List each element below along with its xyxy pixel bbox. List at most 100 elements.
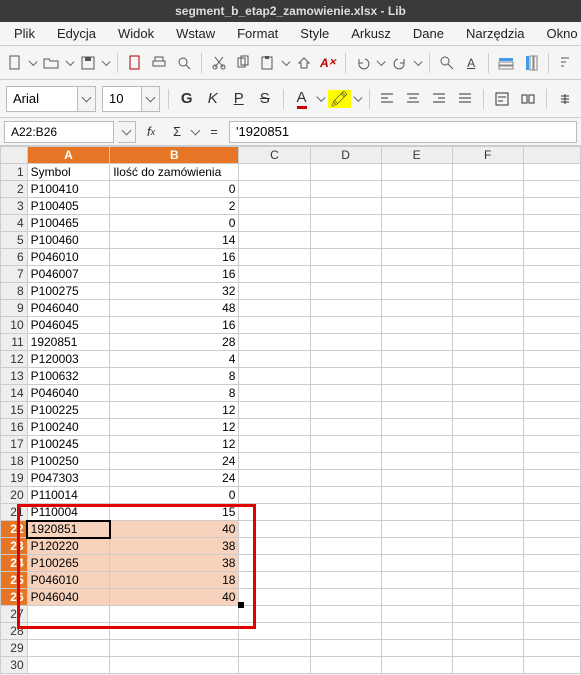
cell[interactable] (239, 334, 310, 351)
cell[interactable]: P046040 (27, 300, 110, 317)
new-dropdown-icon[interactable] (29, 56, 38, 65)
cell[interactable] (523, 283, 580, 300)
col-header-D[interactable]: D (310, 147, 381, 164)
cell[interactable] (239, 419, 310, 436)
cell[interactable] (523, 657, 580, 674)
cell[interactable]: Ilość do zamówienia (110, 164, 239, 181)
cell[interactable] (381, 555, 452, 572)
highlight-dropdown-icon[interactable] (353, 93, 362, 102)
cell[interactable] (381, 300, 452, 317)
align-right-icon[interactable] (429, 88, 449, 110)
cell[interactable] (523, 453, 580, 470)
cell[interactable] (239, 198, 310, 215)
sort-icon[interactable] (557, 52, 575, 74)
row-header[interactable]: 3 (1, 198, 28, 215)
cell[interactable] (523, 351, 580, 368)
cell[interactable]: P120220 (27, 538, 110, 555)
corner-cell[interactable] (1, 147, 28, 164)
cell[interactable]: 28 (110, 334, 239, 351)
cell[interactable] (523, 215, 580, 232)
cell[interactable]: 2 (110, 198, 239, 215)
cell[interactable]: P100465 (27, 215, 110, 232)
cell[interactable] (381, 215, 452, 232)
cell[interactable] (452, 589, 523, 606)
cell[interactable] (523, 436, 580, 453)
cell[interactable] (523, 266, 580, 283)
cell[interactable] (310, 334, 381, 351)
col-header-A[interactable]: A (27, 147, 110, 164)
redo-icon[interactable] (390, 52, 408, 74)
row-header[interactable]: 21 (1, 504, 28, 521)
cell[interactable] (523, 538, 580, 555)
cell[interactable] (523, 572, 580, 589)
find-icon[interactable] (438, 52, 456, 74)
row-header[interactable]: 19 (1, 470, 28, 487)
menu-insert[interactable]: Wstaw (166, 23, 225, 44)
cell[interactable] (381, 538, 452, 555)
sum-dropdown-icon[interactable] (191, 125, 201, 135)
cell[interactable] (310, 266, 381, 283)
cell[interactable] (523, 606, 580, 623)
cell[interactable] (523, 368, 580, 385)
cell[interactable] (310, 487, 381, 504)
cell[interactable] (239, 555, 310, 572)
cell[interactable] (310, 419, 381, 436)
cell[interactable] (239, 572, 310, 589)
cell[interactable] (381, 266, 452, 283)
cell[interactable] (310, 402, 381, 419)
cell[interactable] (381, 164, 452, 181)
cell[interactable] (381, 606, 452, 623)
cell[interactable] (239, 232, 310, 249)
cell[interactable] (310, 368, 381, 385)
menu-sheet[interactable]: Arkusz (341, 23, 401, 44)
cell[interactable] (452, 572, 523, 589)
cell[interactable] (452, 385, 523, 402)
cell[interactable] (310, 198, 381, 215)
cell[interactable] (310, 555, 381, 572)
cell[interactable] (523, 504, 580, 521)
cell[interactable]: 48 (110, 300, 239, 317)
cell[interactable] (310, 521, 381, 538)
cell[interactable] (110, 606, 239, 623)
cell[interactable] (523, 419, 580, 436)
cell[interactable]: 38 (110, 538, 239, 555)
cell[interactable] (239, 657, 310, 674)
cell[interactable]: 16 (110, 266, 239, 283)
cell[interactable] (452, 266, 523, 283)
cell[interactable] (239, 436, 310, 453)
cell[interactable]: 16 (110, 249, 239, 266)
cell[interactable] (381, 317, 452, 334)
row-header[interactable]: 4 (1, 215, 28, 232)
pdf-icon[interactable] (126, 52, 144, 74)
print-icon[interactable] (150, 52, 168, 74)
cell[interactable] (381, 351, 452, 368)
cell[interactable] (239, 317, 310, 334)
save-icon[interactable] (79, 52, 97, 74)
cell[interactable] (27, 623, 110, 640)
cell[interactable] (239, 487, 310, 504)
cell[interactable] (452, 504, 523, 521)
menu-format[interactable]: Format (227, 23, 288, 44)
row-header[interactable]: 12 (1, 351, 28, 368)
row-header[interactable]: 26 (1, 589, 28, 606)
cell[interactable] (310, 249, 381, 266)
row-header[interactable]: 7 (1, 266, 28, 283)
cell[interactable] (381, 470, 452, 487)
cell[interactable] (239, 504, 310, 521)
menu-view[interactable]: Widok (108, 23, 164, 44)
menu-edit[interactable]: Edycja (47, 23, 106, 44)
cell[interactable]: Symbol (27, 164, 110, 181)
open-dropdown-icon[interactable] (65, 56, 74, 65)
menu-file[interactable]: Plik (4, 23, 45, 44)
cell[interactable] (310, 317, 381, 334)
cell[interactable]: 0 (110, 487, 239, 504)
row-header[interactable]: 17 (1, 436, 28, 453)
cell[interactable] (381, 436, 452, 453)
row-header[interactable]: 25 (1, 572, 28, 589)
cell[interactable] (310, 385, 381, 402)
clear-format-icon[interactable]: A✕ (319, 52, 337, 74)
row-header[interactable]: 1 (1, 164, 28, 181)
cell[interactable] (239, 606, 310, 623)
cell[interactable] (523, 640, 580, 657)
cell[interactable] (239, 164, 310, 181)
